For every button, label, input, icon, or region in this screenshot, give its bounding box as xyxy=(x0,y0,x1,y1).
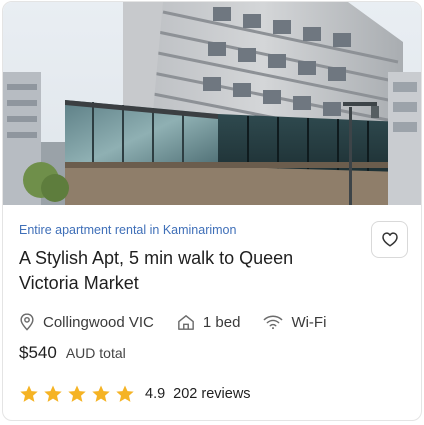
favorite-button[interactable] xyxy=(371,221,408,258)
wifi-icon xyxy=(264,315,283,330)
price-unit: AUD total xyxy=(65,345,126,361)
rating-row: 4.9 202 reviews xyxy=(19,383,251,405)
star-icon xyxy=(116,385,134,402)
amenity-location-label: Collingwood VIC xyxy=(43,313,154,331)
amenity-location: Collingwood VIC xyxy=(19,313,154,331)
listing-photo[interactable] xyxy=(3,2,421,205)
amenity-wifi: Wi-Fi xyxy=(263,314,326,331)
star-icon xyxy=(44,385,62,402)
star-icon xyxy=(20,385,38,402)
listing-title[interactable]: A Stylish Apt, 5 min walk to Queen Victo… xyxy=(19,246,339,296)
amenity-bed: 1 bed xyxy=(177,313,241,331)
rating-stars xyxy=(19,384,139,404)
star-icon xyxy=(92,385,110,402)
amenities-row: Collingwood VIC 1 bed Wi-Fi xyxy=(19,311,326,333)
listing-category: Entire apartment rental in Kaminarimon xyxy=(19,223,237,237)
home-icon xyxy=(178,314,194,330)
location-pin-icon xyxy=(20,313,34,331)
amenity-wifi-label: Wi-Fi xyxy=(291,313,327,331)
star-icon xyxy=(68,385,86,402)
listing-card[interactable]: Entire apartment rental in Kaminarimon A… xyxy=(2,1,422,421)
price-amount: $540 xyxy=(19,343,57,362)
building-photo-illustration xyxy=(3,2,421,205)
rating-value: 4.9 xyxy=(145,386,166,402)
price-row: $540 AUD total xyxy=(19,343,126,363)
heart-outline-icon xyxy=(381,232,398,247)
reviews-count[interactable]: 202 reviews xyxy=(173,386,250,402)
amenity-bed-label: 1 bed xyxy=(202,313,241,331)
